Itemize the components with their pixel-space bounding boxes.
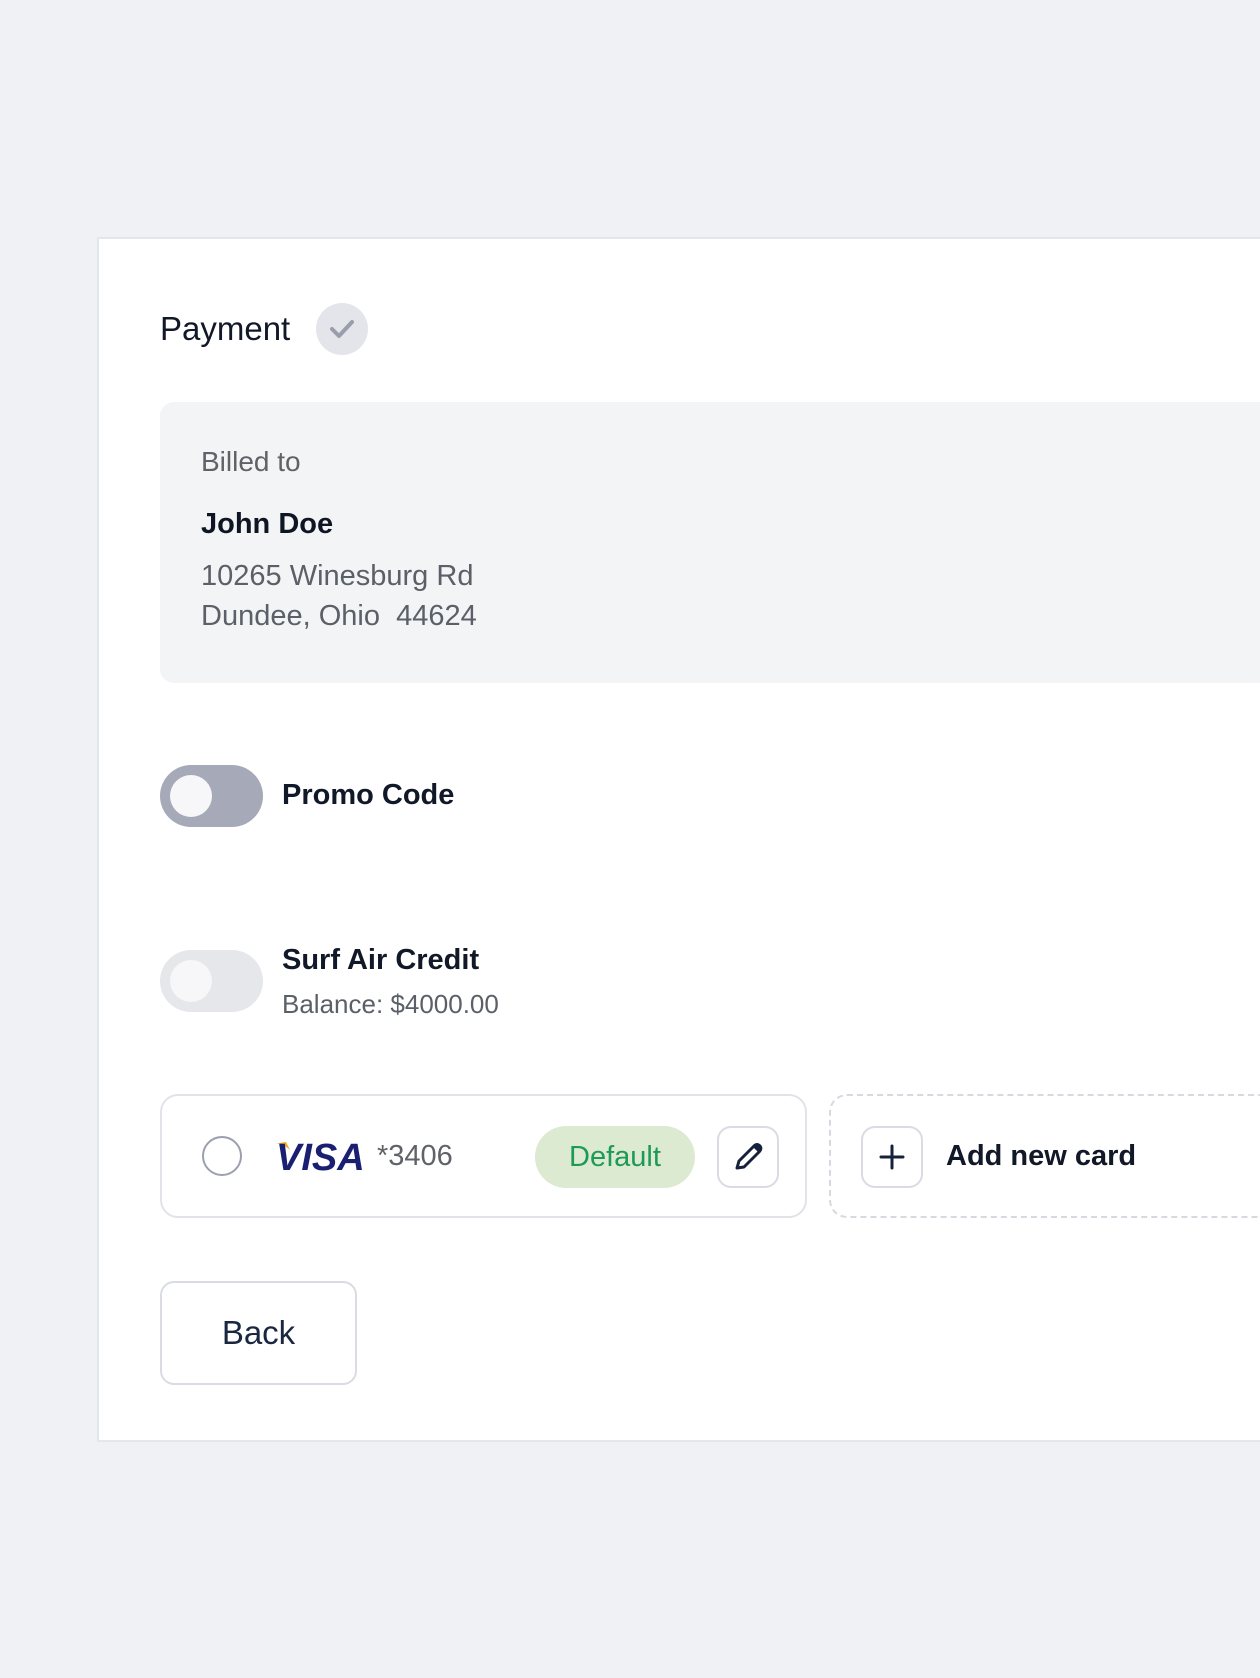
pencil-icon (735, 1143, 763, 1170)
edit-card-button[interactable] (717, 1126, 779, 1188)
promo-code-label: Promo Code (282, 779, 455, 811)
visa-logo-icon: VISA (274, 1137, 365, 1176)
visa-brand-text: VISA (276, 1137, 365, 1176)
add-new-card-label: Add new card (946, 1140, 1137, 1172)
card-number: *3406 (377, 1140, 453, 1172)
promo-code-toggle[interactable] (160, 765, 263, 827)
address-line-2: Dundee, Ohio 44624 (201, 600, 477, 632)
check-icon (316, 303, 369, 355)
surf-air-credit-label: Surf Air Credit (282, 944, 480, 976)
default-badge: Default (535, 1126, 695, 1188)
toggle-knob (170, 775, 212, 817)
address-line-1: 10265 Winesburg Rd (201, 560, 474, 592)
credit-balance: Balance: $4000.00 (282, 989, 499, 1019)
page-title: Payment (160, 310, 291, 347)
payment-panel: Payment Billed to John Doe 10265 Winesbu… (97, 237, 1260, 1442)
plus-icon (861, 1126, 923, 1188)
saved-card-visa[interactable]: VISA *3406 Default (160, 1094, 807, 1218)
toggle-knob (170, 960, 212, 1002)
card-select-radio[interactable] (202, 1136, 242, 1176)
billed-name: John Doe (201, 508, 334, 540)
billing-info: Billed to John Doe 10265 Winesburg Rd Du… (160, 402, 1260, 683)
payment-header: Payment (160, 303, 369, 355)
billed-to-label: Billed to (201, 446, 301, 477)
add-new-card[interactable]: Add new card (829, 1094, 1260, 1218)
back-button[interactable]: Back (160, 1281, 357, 1385)
surf-air-credit-toggle[interactable] (160, 950, 263, 1012)
